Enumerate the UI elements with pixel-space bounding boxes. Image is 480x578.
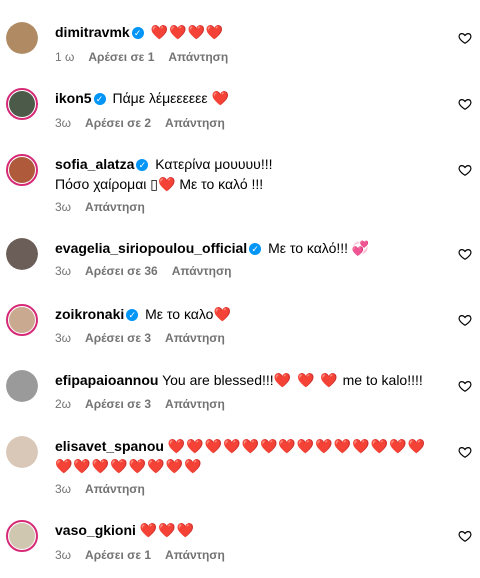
timestamp: 2ω (55, 397, 72, 411)
reply-button[interactable]: Απάντηση (165, 116, 225, 130)
comment-emoji-line2: ❤️❤️❤️❤️❤️❤️❤️❤️ (55, 458, 203, 474)
verified-badge-icon: ✓ (93, 93, 106, 105)
likes-count[interactable]: Αρέσει σε 1 (85, 548, 151, 562)
comment-text-tail: me to kalo!!!! (342, 372, 423, 388)
username[interactable]: vaso_gkioni (55, 522, 136, 538)
comment-text: Κατερίνα μουυυυ!!! (155, 156, 273, 172)
username[interactable]: sofia_alatza (55, 156, 134, 172)
verified-badge-icon: ✓ (126, 309, 139, 321)
avatar[interactable] (6, 304, 38, 336)
heart-outline-icon[interactable] (458, 379, 472, 393)
username[interactable]: zoikronaki (55, 306, 124, 322)
timestamp: 3ω (55, 200, 72, 214)
heart-outline-icon[interactable] (458, 163, 472, 177)
username[interactable]: efipapaioannou (55, 372, 158, 388)
reply-button[interactable]: Απάντηση (168, 50, 228, 64)
reply-button[interactable]: Απάντηση (85, 200, 145, 214)
timestamp: 3ω (55, 264, 72, 278)
comment-text: Πάμε λέμεεεεεε (112, 90, 208, 106)
comment-emoji: ❤️ (211, 90, 230, 106)
comment-emoji: ❤️❤️❤️ (139, 522, 196, 538)
reply-button[interactable]: Απάντηση (85, 482, 145, 496)
comment-text: Με το καλό!!! (268, 240, 349, 256)
avatar[interactable] (6, 370, 38, 402)
comment-text: Με το καλο (145, 306, 214, 322)
heart-outline-icon[interactable] (458, 97, 472, 111)
likes-count[interactable]: Αρέσει σε 3 (85, 331, 151, 345)
username[interactable]: ikon5 (55, 90, 92, 106)
comment-text: ❤️❤️❤️❤️ (150, 24, 225, 40)
verified-badge-icon: ✓ (249, 243, 262, 255)
likes-count[interactable]: Αρέσει σε 3 (85, 397, 151, 411)
avatar[interactable] (6, 520, 38, 552)
comment-emoji: 💞 (351, 240, 371, 256)
heart-outline-icon[interactable] (458, 247, 472, 261)
verified-badge-icon: ✓ (131, 27, 144, 39)
timestamp: 1 ω (55, 50, 75, 64)
timestamp: 3ω (55, 116, 72, 130)
timestamp: 3ω (55, 548, 72, 562)
comment-text-line2: Πόσο χαίρομαι ▯❤️ Με το καλό !!! (55, 176, 264, 192)
likes-count[interactable]: Αρέσει σε 2 (85, 116, 151, 130)
avatar[interactable] (6, 88, 38, 120)
avatar[interactable] (6, 238, 38, 270)
avatar[interactable] (6, 22, 38, 54)
reply-button[interactable]: Απάντηση (165, 331, 225, 345)
username[interactable]: elisavet_spanou (55, 438, 164, 454)
avatar[interactable] (6, 436, 38, 468)
heart-outline-icon[interactable] (458, 313, 472, 327)
timestamp: 3ω (55, 482, 72, 496)
comment-text: You are blessed!!! (162, 372, 274, 388)
reply-button[interactable]: Απάντηση (165, 397, 225, 411)
reply-button[interactable]: Απάντηση (172, 264, 232, 278)
comment-emoji: ❤️ (213, 306, 232, 322)
avatar[interactable] (6, 154, 38, 186)
username[interactable]: evagelia_siriopoulou_official (55, 240, 247, 256)
timestamp: 3ω (55, 331, 72, 345)
username[interactable]: dimitravmk (55, 24, 130, 40)
heart-outline-icon[interactable] (458, 31, 472, 45)
heart-outline-icon[interactable] (458, 445, 472, 459)
comment-emoji: ❤️ ❤️ ❤️ (273, 372, 339, 388)
likes-count[interactable]: Αρέσει σε 1 (88, 50, 154, 64)
likes-count[interactable]: Αρέσει σε 36 (85, 264, 158, 278)
comment-emoji: ❤️❤️❤️❤️❤️❤️❤️❤️❤️❤️❤️❤️❤️❤️ (167, 438, 426, 454)
heart-outline-icon[interactable] (458, 529, 472, 543)
reply-button[interactable]: Απάντηση (165, 548, 225, 562)
verified-badge-icon: ✓ (136, 159, 149, 171)
